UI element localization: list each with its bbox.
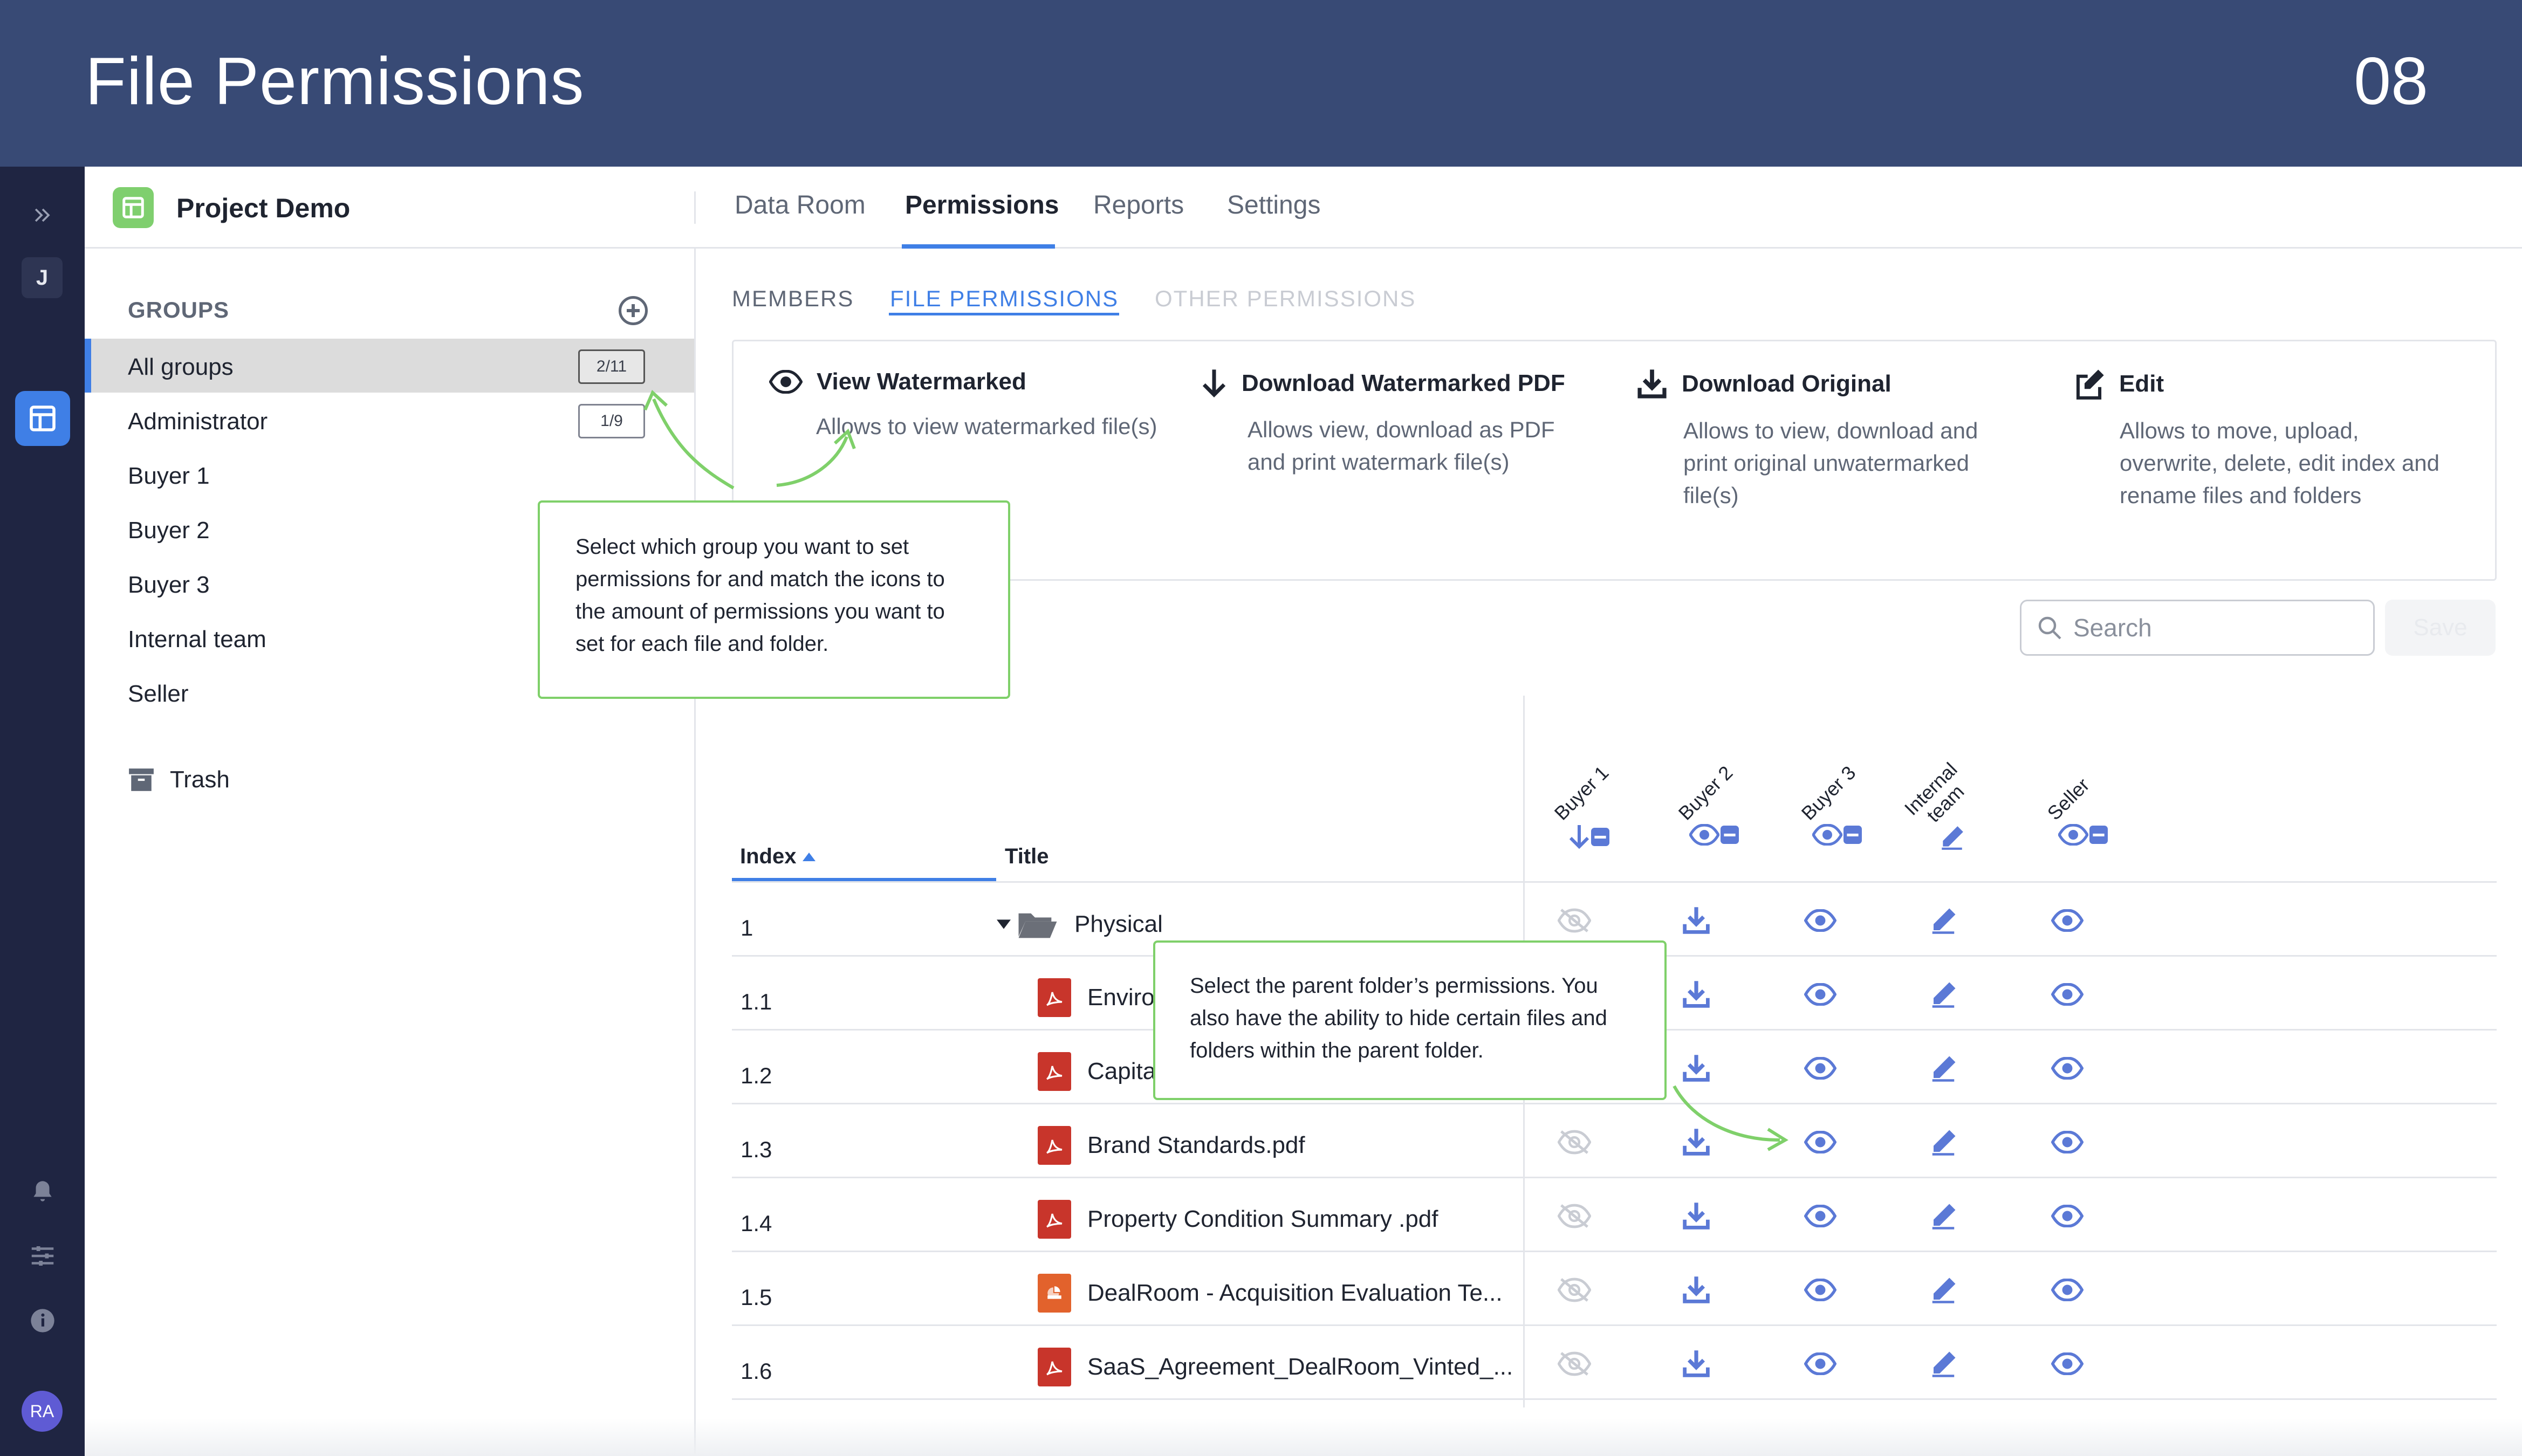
arrow-to-permission-cell: [1673, 1085, 1780, 1142]
arrow-to-group-badge: [652, 398, 735, 490]
bottom-fade: [85, 1418, 2522, 1456]
callout-arrows: [643, 389, 1788, 1151]
